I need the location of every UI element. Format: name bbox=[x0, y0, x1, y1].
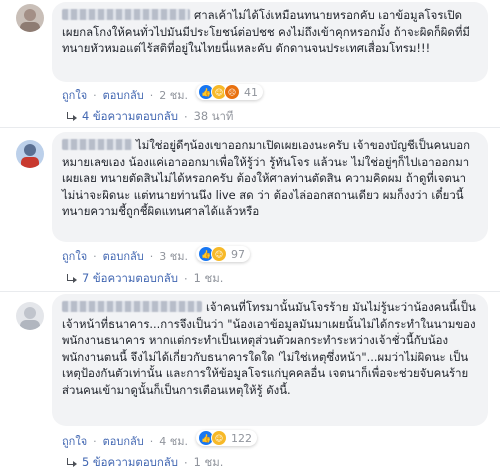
reaction-summary[interactable]: 👍 ☺ 97 bbox=[196, 246, 250, 262]
separator-dot: · bbox=[93, 434, 97, 448]
author-name-redacted[interactable] bbox=[62, 301, 202, 312]
comment-text-line: ศาลเค้าไม่ได้โง่เหมือนทนายหรอกคับ เอาข้อ… bbox=[62, 7, 478, 57]
avatar-image bbox=[20, 307, 40, 330]
like-link[interactable]: ถูกใจ bbox=[62, 86, 87, 104]
view-replies[interactable]: 4 ข้อความตอบกลับ · 38 นาที bbox=[66, 108, 233, 126]
avatar[interactable] bbox=[16, 4, 44, 32]
comment-thread: ศาลเค้าไม่ได้โง่เหมือนทนายหรอกคับ เอาข้อ… bbox=[0, 0, 500, 472]
comment-bubble: เจ้าคนที่โทรมานั้นมันโจรร้าย มันไม่รู้นะ… bbox=[52, 294, 488, 426]
avatar[interactable] bbox=[16, 302, 44, 330]
comment-time[interactable]: 2 ชม. bbox=[159, 86, 188, 104]
separator-dot: · bbox=[93, 249, 97, 263]
divider bbox=[0, 291, 500, 292]
view-replies[interactable]: 7 ข้อความตอบกลับ · 1 ชม. bbox=[66, 270, 223, 288]
like-link[interactable]: ถูกใจ bbox=[62, 247, 87, 265]
separator-dot: · bbox=[184, 272, 188, 286]
replies-count: 7 ข้อความตอบกลับ bbox=[82, 271, 178, 285]
reaction-count: 97 bbox=[231, 247, 245, 261]
comment-text-line: ไม่ใช่อยู่ดีๆน้องเขาออกมาเปิดเผยเองนะครั… bbox=[62, 137, 478, 220]
reply-link[interactable]: ตอบกลับ bbox=[103, 432, 144, 450]
author-name-redacted[interactable] bbox=[62, 9, 190, 20]
avatar-image bbox=[20, 9, 40, 32]
angry-icon: ☹ bbox=[224, 84, 240, 100]
like-link[interactable]: ถูกใจ bbox=[62, 432, 87, 450]
reaction-summary[interactable]: 👍 ☺ ☹ 41 bbox=[196, 84, 263, 100]
comment-actions: ถูกใจ · ตอบกลับ · 3 ชม. bbox=[62, 247, 188, 265]
replies-count: 5 ข้อความตอบกลับ bbox=[82, 455, 178, 469]
replies-count: 4 ข้อความตอบกลับ bbox=[82, 109, 178, 123]
reaction-count: 41 bbox=[244, 85, 258, 99]
divider bbox=[0, 127, 500, 128]
avatar[interactable] bbox=[16, 140, 44, 168]
separator-dot: · bbox=[184, 456, 188, 470]
reply-arrow-icon bbox=[66, 458, 77, 468]
author-name-redacted[interactable] bbox=[62, 139, 132, 150]
reply-link[interactable]: ตอบกลับ bbox=[103, 247, 144, 265]
reply-link[interactable]: ตอบกลับ bbox=[103, 86, 144, 104]
reaction-count: 122 bbox=[231, 431, 252, 445]
view-replies[interactable]: 5 ข้อความตอบกลับ · 1 ชม. bbox=[66, 454, 223, 472]
haha-icon: ☺ bbox=[211, 246, 227, 262]
reply-arrow-icon bbox=[66, 112, 77, 122]
comment-bubble: ศาลเค้าไม่ได้โง่เหมือนทนายหรอกคับ เอาข้อ… bbox=[52, 2, 488, 82]
replies-time: 38 นาที bbox=[193, 109, 234, 123]
reaction-summary[interactable]: 👍 ☺ 122 bbox=[196, 430, 257, 446]
separator-dot: · bbox=[184, 110, 188, 124]
haha-icon: ☺ bbox=[211, 430, 227, 446]
separator-dot: · bbox=[93, 88, 97, 102]
comment-text-line: เจ้าคนที่โทรมานั้นมันโจรร้าย มันไม่รู้นะ… bbox=[62, 299, 478, 398]
comment-time[interactable]: 4 ชม. bbox=[159, 432, 188, 450]
separator-dot: · bbox=[149, 88, 154, 102]
replies-time: 1 ชม. bbox=[193, 271, 224, 285]
separator-dot: · bbox=[149, 249, 154, 263]
replies-time: 1 ชม. bbox=[193, 455, 224, 469]
comment-actions: ถูกใจ · ตอบกลับ · 4 ชม. bbox=[62, 432, 188, 450]
comment-text: เจ้าคนที่โทรมานั้นมันโจรร้าย มันไม่รู้นะ… bbox=[62, 300, 476, 397]
comment-actions: ถูกใจ · ตอบกลับ · 2 ชม. bbox=[62, 86, 188, 104]
separator-dot: · bbox=[149, 434, 154, 448]
avatar-image bbox=[21, 144, 39, 168]
comment-text: ไม่ใช่อยู่ดีๆน้องเขาออกมาเปิดเผยเองนะครั… bbox=[62, 138, 470, 218]
reply-arrow-icon bbox=[66, 274, 77, 284]
comment-bubble: ไม่ใช่อยู่ดีๆน้องเขาออกมาเปิดเผยเองนะครั… bbox=[52, 132, 488, 242]
comment-time[interactable]: 3 ชม. bbox=[159, 247, 188, 265]
